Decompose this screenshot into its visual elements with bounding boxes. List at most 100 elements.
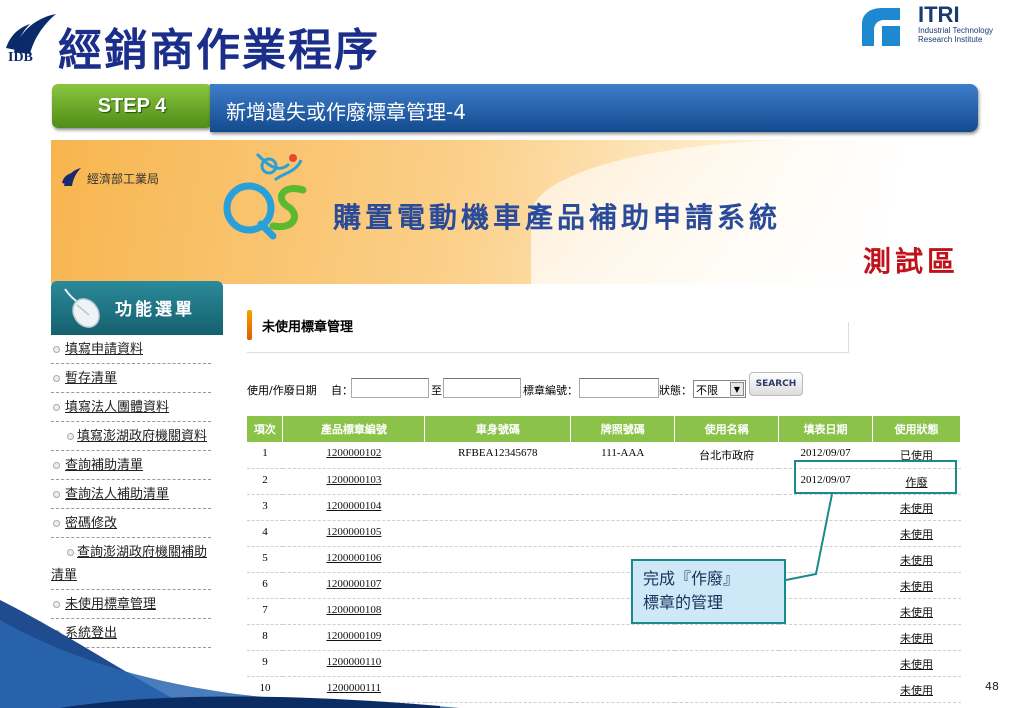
- cell-plate: [570, 520, 675, 547]
- itri-wordmark: ITRI Industrial Technology Research Inst…: [918, 4, 993, 45]
- menu-link-change-password[interactable]: 密碼修改: [65, 516, 117, 531]
- date-from-input[interactable]: [351, 378, 429, 398]
- dropdown-arrow-icon[interactable]: ▼: [730, 382, 744, 396]
- cell-usage-status[interactable]: 未使用: [872, 494, 961, 521]
- cell-label-number[interactable]: 1200000109: [282, 624, 425, 651]
- usage-status-link[interactable]: 未使用: [900, 633, 933, 645]
- step-badge: STEP 4: [52, 84, 212, 128]
- menu-link-draft-list[interactable]: 暫存清單: [65, 371, 117, 386]
- cell-index: 7: [247, 598, 283, 625]
- menu-item-penghu-gov-data[interactable]: 填寫澎湖政府機關資料: [51, 422, 211, 451]
- menu-link-penghu-subsidy-query[interactable]: 查詢澎湖政府機關補助清單: [51, 541, 211, 587]
- cell-label-number[interactable]: 1200000102: [282, 442, 425, 469]
- cell-index: 6: [247, 572, 283, 599]
- date-range-label: 使用/作廢日期: [247, 384, 317, 397]
- usage-status-link[interactable]: 未使用: [900, 607, 933, 619]
- cell-usage-status[interactable]: 未使用: [872, 624, 961, 651]
- table-row: 10 1200000111 未使用: [247, 676, 961, 703]
- label-number-link[interactable]: 1200000102: [326, 447, 381, 459]
- label-number-link[interactable]: 1200000108: [326, 604, 381, 616]
- label-number-link[interactable]: 1200000105: [326, 526, 381, 538]
- menu-link-unused-label-management[interactable]: 未使用標章管理: [65, 597, 156, 612]
- usage-status-link[interactable]: 未使用: [900, 503, 933, 515]
- cell-vin: [424, 598, 571, 625]
- cell-usage-status[interactable]: 未使用: [872, 598, 961, 625]
- menu-item-penghu-subsidy-query[interactable]: 查詢澎湖政府機關補助清單: [51, 538, 211, 590]
- status-select-value: 不限: [696, 384, 718, 397]
- column-header-plate: 牌照號碼: [570, 416, 676, 442]
- cell-usage-status[interactable]: 未使用: [872, 546, 961, 573]
- label-number-link[interactable]: 1200000109: [326, 630, 381, 642]
- column-header-index: 項次: [247, 416, 284, 442]
- menu-item-change-password[interactable]: 密碼修改: [51, 509, 211, 538]
- panel-title: 未使用標章管理: [262, 320, 354, 335]
- cell-user-name: [674, 676, 779, 703]
- label-number-link[interactable]: 1200000103: [326, 474, 381, 486]
- search-button[interactable]: SEARCH: [749, 372, 803, 396]
- column-header-user-name: 使用名稱: [674, 416, 780, 442]
- step-title: 新增遺失或作廢標章管理-4: [226, 100, 466, 124]
- cell-plate: 111-AAA: [570, 442, 675, 469]
- usage-status-link[interactable]: 未使用: [900, 581, 933, 593]
- cell-index: 10: [247, 676, 283, 703]
- menu-link-corporate-subsidy-query[interactable]: 查詢法人補助清單: [65, 487, 169, 502]
- menu-item-corporate-data[interactable]: 填寫法人團體資料: [51, 393, 211, 422]
- test-zone-label: 測試區: [863, 245, 960, 278]
- menu-link-logout[interactable]: 系統登出: [65, 626, 117, 641]
- label-number-link[interactable]: 1200000107: [326, 578, 381, 590]
- cell-plate: [570, 676, 675, 703]
- cell-usage-status[interactable]: 未使用: [872, 676, 961, 703]
- menu-link-corporate-data[interactable]: 填寫法人團體資料: [65, 400, 169, 415]
- label-number-link[interactable]: 1200000110: [327, 656, 382, 668]
- label-number-link[interactable]: 1200000104: [326, 500, 381, 512]
- cell-usage-status[interactable]: 未使用: [872, 520, 961, 547]
- cell-label-number[interactable]: 1200000111: [282, 676, 425, 703]
- cell-label-number[interactable]: 1200000104: [282, 494, 425, 521]
- cell-usage-status[interactable]: 未使用: [872, 650, 961, 677]
- menu-item-draft-list[interactable]: 暫存清單: [51, 364, 211, 393]
- usage-status-link[interactable]: 未使用: [900, 529, 933, 541]
- menu-link-penghu-gov-data[interactable]: 填寫澎湖政府機關資料: [51, 425, 211, 448]
- column-header-usage-status: 使用狀態: [872, 416, 961, 442]
- page-number: 48: [985, 680, 999, 693]
- usage-status-link[interactable]: 未使用: [900, 555, 933, 567]
- label-number-link[interactable]: 1200000111: [327, 682, 381, 694]
- menu-item-logout[interactable]: 系統登出: [51, 619, 211, 648]
- cell-index: 2: [247, 468, 283, 495]
- cell-user-name: [674, 650, 779, 677]
- cell-vin: [424, 676, 571, 703]
- cell-fill-date: [778, 572, 873, 599]
- cell-label-number[interactable]: 1200000106: [282, 546, 425, 573]
- cell-user-name: [674, 494, 779, 521]
- table-row: 3 1200000104 未使用: [247, 494, 961, 521]
- status-select[interactable]: 不限 ▼: [693, 380, 746, 398]
- label-number-link[interactable]: 1200000106: [326, 552, 381, 564]
- cell-label-number[interactable]: 1200000103: [282, 468, 425, 495]
- cell-usage-status[interactable]: 未使用: [872, 572, 961, 599]
- cell-label-number[interactable]: 1200000110: [282, 650, 425, 677]
- cell-index: 5: [247, 546, 283, 573]
- idb-label: IDB: [8, 50, 33, 65]
- table-row: 8 1200000109 未使用: [247, 624, 961, 651]
- menu-link-fill-application[interactable]: 填寫申請資料: [65, 342, 143, 357]
- cell-plate: [570, 624, 675, 651]
- menu-item-corporate-subsidy-query[interactable]: 查詢法人補助清單: [51, 480, 211, 509]
- cell-label-number[interactable]: 1200000107: [282, 572, 425, 599]
- cell-vin: [424, 494, 571, 521]
- cell-index: 1: [247, 442, 283, 469]
- void-row-highlight: [794, 460, 957, 494]
- usage-status-link[interactable]: 未使用: [900, 685, 933, 697]
- cell-fill-date: [778, 598, 873, 625]
- cell-index: 9: [247, 650, 283, 677]
- label-number-input[interactable]: [579, 378, 659, 398]
- menu-item-fill-application[interactable]: 填寫申請資料: [51, 335, 211, 364]
- menu-item-subsidy-query[interactable]: 查詢補助清單: [51, 451, 211, 480]
- menu-link-subsidy-query[interactable]: 查詢補助清單: [65, 458, 143, 473]
- cell-label-number[interactable]: 1200000105: [282, 520, 425, 547]
- cell-fill-date: [778, 520, 873, 547]
- cell-label-number[interactable]: 1200000108: [282, 598, 425, 625]
- itri-line2: Research Institute: [918, 35, 983, 44]
- date-to-input[interactable]: [443, 378, 521, 398]
- menu-item-unused-label-management[interactable]: 未使用標章管理: [51, 590, 211, 619]
- usage-status-link[interactable]: 未使用: [900, 659, 933, 671]
